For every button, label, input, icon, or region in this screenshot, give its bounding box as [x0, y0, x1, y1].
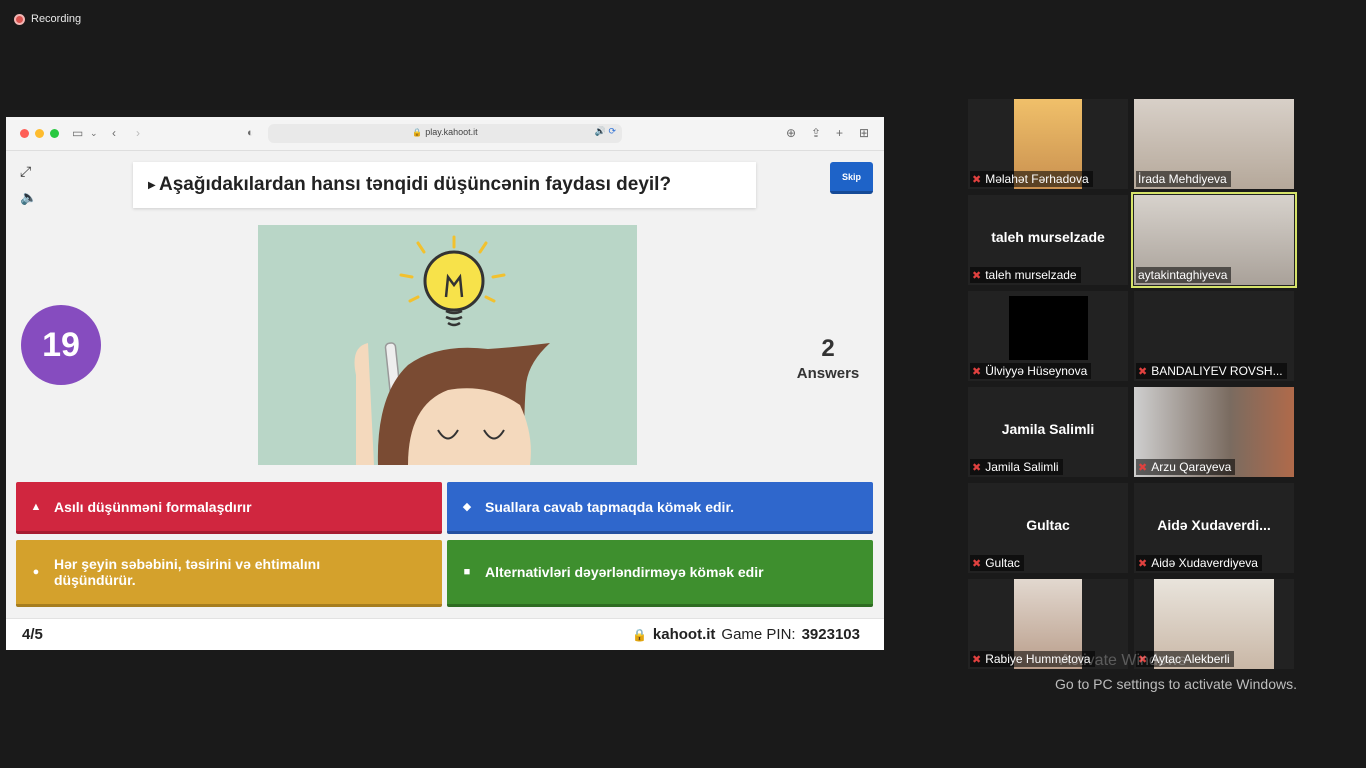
question-image — [258, 225, 637, 465]
participant-name: Məlahət Fərhadova — [985, 172, 1089, 186]
pin-label: Game PIN: — [721, 626, 796, 643]
participant-name: Jamila Salimli — [985, 460, 1059, 474]
participant-display-name: Aidə Xudaverdi... — [1157, 517, 1271, 533]
skip-button[interactable]: Skip — [830, 162, 873, 194]
tab-overview-icon[interactable]: ⊞ — [859, 125, 869, 141]
answers-count: 2 Answers — [783, 335, 873, 382]
site-name: kahoot.it — [652, 626, 716, 643]
speaker-icon[interactable]: 🔈 — [20, 189, 37, 206]
countdown-timer: 19 — [21, 305, 101, 385]
kahoot-page: ⤢ 🔈 Aşağıdakılardan hansı tənqidi düşünc… — [6, 151, 884, 650]
participant-name: BANDALIYEV ROVSH... — [1151, 364, 1283, 378]
answer-text: Asılı düşünməni formalaşdırır — [54, 498, 252, 515]
recording-indicator: Recording — [14, 13, 81, 25]
fullscreen-icon[interactable]: ⤢ — [20, 163, 31, 180]
muted-mic-icon: ✖ — [1138, 557, 1148, 570]
participant-tile[interactable]: Jamila Salimli ✖ Jamila Salimli — [968, 387, 1128, 477]
forward-arrow-icon[interactable]: › — [136, 125, 140, 141]
browser-window: ▭ ⌄ ‹ › ◐ 🔒 play.kahoot.it 🔊 ⟳ ⊕ ⇪ + ⊞ ⤢ … — [6, 117, 884, 650]
question-text: Aşağıdakılardan hansı tənqidi düşüncənin… — [159, 174, 672, 195]
shield-icon[interactable]: ◐ — [247, 125, 254, 141]
muted-mic-icon: ✖ — [1138, 461, 1148, 474]
participant-name: İrada Mehdiyeva — [1138, 172, 1227, 186]
answer-option-red[interactable]: ▲ Asılı düşünməni formalaşdırır — [16, 482, 442, 534]
answer-text: Suallara cavab tapmaqda kömək edir. — [485, 498, 735, 515]
mouse-cursor-icon: ▶ — [148, 180, 156, 191]
participant-tile[interactable]: ✖ Arzu Qarayeva — [1134, 387, 1294, 477]
participant-name: Gultac — [985, 556, 1020, 570]
answer-option-blue[interactable]: ◆ Suallara cavab tapmaqda kömək edir. — [447, 482, 873, 534]
participant-video — [1009, 296, 1088, 360]
participant-tile[interactable]: İrada Mehdiyeva — [1134, 99, 1294, 189]
audio-icon[interactable]: 🔊 ⟳ — [595, 126, 616, 137]
download-icon[interactable]: ⊕ — [786, 125, 796, 141]
participant-tile[interactable]: Gultac ✖ Gultac — [968, 483, 1128, 573]
muted-mic-icon: ✖ — [972, 557, 982, 570]
new-tab-icon[interactable]: + — [836, 125, 843, 141]
lock-icon: 🔒 — [631, 627, 647, 642]
game-pin: 3923103 — [801, 626, 860, 643]
browser-toolbar: ▭ ⌄ ‹ › ◐ 🔒 play.kahoot.it 🔊 ⟳ ⊕ ⇪ + ⊞ — [6, 117, 884, 151]
participant-tile[interactable]: ✖ BANDALIYEV ROVSH... — [1134, 291, 1294, 381]
participant-tile[interactable]: ✖ Məlahət Fərhadova — [968, 99, 1128, 189]
participant-display-name: taleh murselzade — [991, 229, 1105, 245]
participant-tile[interactable]: taleh murselzade ✖ taleh murselzade — [968, 195, 1128, 285]
url-text: play.kahoot.it — [425, 127, 478, 137]
participant-display-name: Jamila Salimli — [1001, 421, 1095, 437]
participant-name: aytakintaghiyeva — [1138, 268, 1228, 282]
diamond-icon: ◆ — [462, 501, 472, 513]
participant-tile-active-speaker[interactable]: aytakintaghiyeva — [1131, 192, 1297, 288]
participant-name: Arzu Qarayeva — [1151, 460, 1232, 474]
muted-mic-icon: ✖ — [972, 653, 982, 666]
muted-mic-icon: ✖ — [972, 461, 982, 474]
participant-name: taleh murselzade — [985, 268, 1077, 282]
answer-text: Hər şeyin səbəbini, təsirini və ehtimalı… — [54, 556, 321, 588]
activate-windows-subtitle: Go to PC settings to activate Windows. — [1055, 676, 1297, 692]
lock-icon: 🔒 — [412, 128, 423, 137]
minimize-window-button[interactable] — [35, 129, 44, 138]
question-progress: 4/5 — [22, 626, 43, 643]
window-controls — [20, 129, 59, 138]
maximize-window-button[interactable] — [50, 129, 59, 138]
sidebar-toggle-icon[interactable]: ▭ — [72, 125, 83, 141]
address-bar[interactable]: 🔒 play.kahoot.it 🔊 ⟳ — [268, 124, 622, 143]
square-icon: ■ — [463, 566, 471, 578]
answer-option-green[interactable]: ■ Alternativləri dəyərləndirməyə kömək e… — [447, 540, 873, 607]
answers-count-number: 2 — [821, 335, 835, 362]
participant-display-name: Gultac — [1026, 517, 1070, 533]
participant-tile[interactable]: Aidə Xudaverdi... ✖ Aidə Xudaverdiyeva — [1134, 483, 1294, 573]
chevron-down-icon[interactable]: ⌄ — [90, 125, 98, 141]
muted-mic-icon: ✖ — [972, 269, 982, 282]
lightbulb-thinking-illustration — [258, 225, 637, 465]
back-arrow-icon[interactable]: ‹ — [112, 125, 116, 141]
triangle-icon: ▲ — [30, 500, 42, 513]
close-window-button[interactable] — [20, 129, 29, 138]
muted-mic-icon: ✖ — [1138, 365, 1148, 378]
participant-name: Aidə Xudaverdiyeva — [1151, 556, 1258, 570]
circle-icon: ● — [32, 566, 40, 578]
participant-tile[interactable]: ✖ Ülviyyə Hüseynova — [968, 291, 1128, 381]
share-icon[interactable]: ⇪ — [811, 125, 821, 141]
recording-label: Recording — [31, 13, 82, 25]
activate-windows-title: Activate Windows — [1060, 652, 1187, 669]
muted-mic-icon: ✖ — [972, 365, 982, 378]
participant-name: Ülviyyə Hüseynova — [985, 364, 1088, 378]
record-icon — [14, 13, 25, 25]
game-footer: 4/5 🔒 kahoot.it Game PIN: 3923103 — [6, 618, 884, 650]
answers-count-label: Answers — [796, 365, 860, 382]
answer-text: Alternativləri dəyərləndirməyə kömək edi… — [485, 564, 764, 580]
question-box: Aşağıdakılardan hansı tənqidi düşüncənin… — [133, 162, 756, 208]
answer-option-yellow[interactable]: ● Hər şeyin səbəbini, təsirini və ehtima… — [16, 540, 442, 607]
muted-mic-icon: ✖ — [972, 173, 982, 186]
